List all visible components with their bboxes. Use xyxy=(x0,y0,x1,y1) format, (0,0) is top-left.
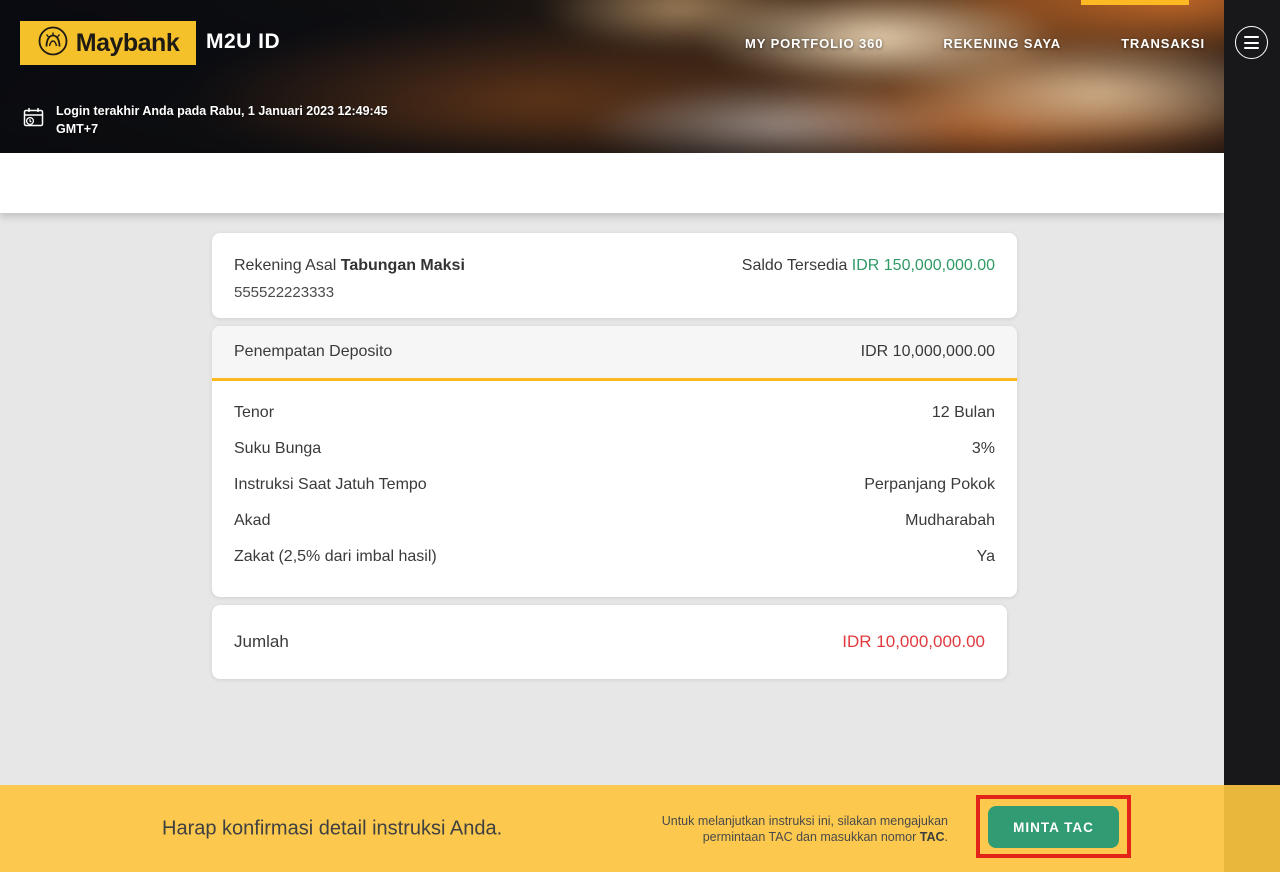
balance-value: IDR 150,000,000.00 xyxy=(852,257,995,274)
deposit-title: Penempatan Deposito xyxy=(234,343,392,361)
maybank-logo[interactable]: Maybank xyxy=(20,21,196,65)
available-balance: Saldo Tersedia IDR 150,000,000.00 xyxy=(742,257,995,318)
last-login-line1: Login terakhir Anda pada Rabu, 1 Januari… xyxy=(56,102,388,120)
source-account-info: Rekening Asal Tabungan Maksi 55552222333… xyxy=(234,257,465,318)
source-account-card: Rekening Asal Tabungan Maksi 55552222333… xyxy=(212,233,1017,318)
confirm-instruction-text: Harap konfirmasi detail instruksi Anda. xyxy=(162,817,502,840)
active-tab-indicator xyxy=(1081,0,1189,5)
detail-value: Ya xyxy=(977,548,995,566)
total-label: Jumlah xyxy=(234,632,289,652)
tac-instruction-suffix: . xyxy=(945,830,948,844)
nav-item-rekening-saya[interactable]: REKENING SAYA xyxy=(943,36,1061,51)
deposit-rows: Tenor 12 Bulan Suku Bunga 3% Instruksi S… xyxy=(212,381,1017,575)
tac-instruction-bold: TAC xyxy=(920,830,945,844)
detail-row: Suku Bunga 3% xyxy=(234,431,995,467)
maybank-wordmark: Maybank xyxy=(76,29,179,58)
detail-value: Perpanjang Pokok xyxy=(864,476,995,494)
detail-value: 12 Bulan xyxy=(932,404,995,422)
footer-bar: Harap konfirmasi detail instruksi Anda. … xyxy=(0,785,1280,872)
tac-instruction-text: Untuk melanjutkan instruksi ini, silakan… xyxy=(662,813,948,845)
detail-label: Instruksi Saat Jatuh Tempo xyxy=(234,476,427,494)
deposit-details-card: Penempatan Deposito IDR 10,000,000.00 Te… xyxy=(212,326,1017,597)
detail-label: Zakat (2,5% dari imbal hasil) xyxy=(234,548,437,566)
right-rail xyxy=(1224,0,1280,785)
detail-row: Zakat (2,5% dari imbal hasil) Ya xyxy=(234,539,995,575)
detail-label: Suku Bunga xyxy=(234,440,321,458)
total-value: IDR 10,000,000.00 xyxy=(842,632,985,652)
source-account-name: Tabungan Maksi xyxy=(341,257,465,274)
detail-row: Tenor 12 Bulan xyxy=(234,395,995,431)
detail-label: Akad xyxy=(234,512,270,530)
tac-instruction-line1: Untuk melanjutkan instruksi ini, silakan… xyxy=(662,814,948,828)
app-name: M2U ID xyxy=(206,30,280,54)
page: Maybank M2U ID MY PORTFOLIO 360 REKENING… xyxy=(0,0,1280,872)
detail-row: Instruksi Saat Jatuh Tempo Perpanjang Po… xyxy=(234,467,995,503)
detail-row: Akad Mudharabah xyxy=(234,503,995,539)
header: Maybank M2U ID MY PORTFOLIO 360 REKENING… xyxy=(0,0,1224,153)
footer-main: Harap konfirmasi detail instruksi Anda. … xyxy=(0,785,1224,872)
hamburger-circle-icon[interactable] xyxy=(1235,26,1268,59)
minta-tac-button[interactable]: MINTA TAC xyxy=(988,806,1119,848)
sub-header-bar xyxy=(0,153,1224,213)
nav-item-my-portfolio-360[interactable]: MY PORTFOLIO 360 xyxy=(745,36,883,51)
main-nav: MY PORTFOLIO 360 REKENING SAYA TRANSAKSI xyxy=(745,0,1205,86)
tac-instruction-line2: permintaan TAC dan masukkan nomor xyxy=(703,830,920,844)
deposit-amount: IDR 10,000,000.00 xyxy=(861,343,995,361)
deposit-header: Penempatan Deposito IDR 10,000,000.00 xyxy=(212,326,1017,381)
last-login-info: Login terakhir Anda pada Rabu, 1 Januari… xyxy=(22,102,388,138)
calendar-clock-icon xyxy=(22,106,45,134)
source-account-label: Rekening Asal xyxy=(234,257,341,274)
source-account-number: 555522223333 xyxy=(234,284,465,301)
last-login-line2: GMT+7 xyxy=(56,120,388,138)
detail-value: 3% xyxy=(972,440,995,458)
nav-item-transaksi[interactable]: TRANSAKSI xyxy=(1121,36,1205,51)
balance-label: Saldo Tersedia xyxy=(742,257,852,274)
detail-value: Mudharabah xyxy=(905,512,995,530)
detail-label: Tenor xyxy=(234,404,274,422)
tiger-head-icon xyxy=(37,25,69,62)
total-amount-card: Jumlah IDR 10,000,000.00 xyxy=(212,605,1007,679)
